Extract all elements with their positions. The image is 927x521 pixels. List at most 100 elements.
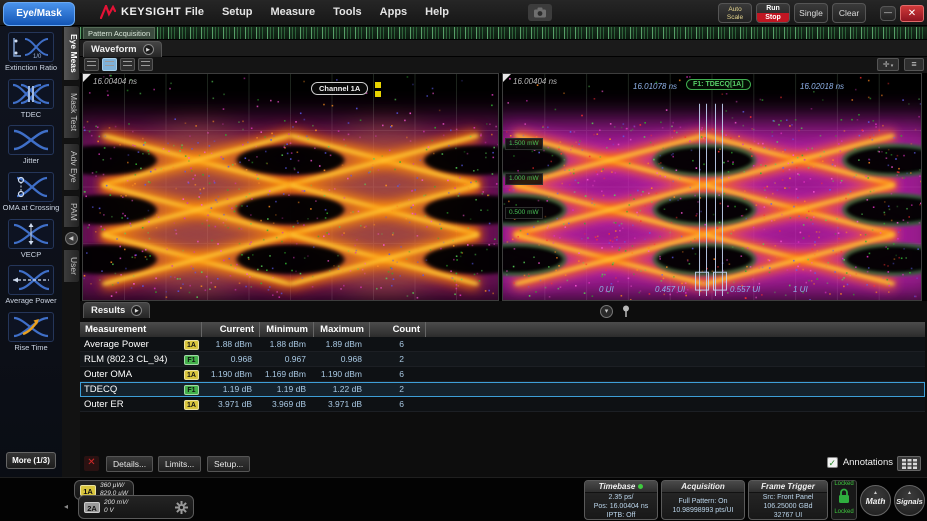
display-menu-button[interactable]: ≡ [904, 58, 924, 71]
channel-1a-badge-small: 1A [80, 485, 96, 496]
clear-button[interactable]: Clear [832, 3, 866, 23]
extinction-ratio-icon: 1/0 [11, 35, 51, 59]
pattern-acquisition-label: Pattern Acquisition [83, 27, 155, 40]
timestamp-label: 16.00404 ns [93, 77, 137, 86]
jitter-icon [11, 128, 51, 152]
pan-zoom-button[interactable]: ✛ ▾ [877, 58, 899, 71]
marker-corner-wedge [83, 74, 91, 82]
annotations-toggle[interactable]: ✓ Annotations [827, 457, 893, 468]
sidebar-item-rise-time[interactable]: Rise Time [0, 312, 62, 353]
source-badge: F1 [184, 385, 199, 395]
main-area: Pattern Acquisition Waveform ▶ ✛ ▾ ≡ 16.… [80, 26, 927, 477]
sidebar-item-tdec[interactable]: TDEC [0, 79, 62, 120]
channel-1a-badge[interactable]: Channel 1A [311, 82, 368, 95]
collapse-channels-icon[interactable]: ◂ [64, 502, 68, 511]
svg-text:1/0: 1/0 [33, 54, 42, 59]
auto-scale-button[interactable]: Auto Scale [718, 3, 752, 23]
layout-stacked-button[interactable] [120, 58, 135, 71]
grid-icon [902, 459, 917, 469]
setup-button[interactable]: Setup... [207, 456, 250, 472]
close-button[interactable]: ✕ [900, 5, 924, 22]
keysight-spark-icon [100, 5, 116, 19]
tab-mask-test[interactable]: Mask Test [64, 85, 80, 139]
results-tab-menu-icon[interactable]: ▶ [131, 305, 142, 316]
table-row-rlm[interactable]: RLM (802.3 CL_94)F1 0.968 0.967 0.968 2 [80, 352, 925, 367]
waveform-tab[interactable]: Waveform ▶ [83, 41, 162, 57]
eye-mask-mode-button[interactable]: Eye/Mask [3, 2, 75, 26]
channel-2a-chip[interactable]: 2A 200 mV/0 V [78, 495, 194, 519]
camera-icon [533, 7, 547, 18]
table-layout-button[interactable] [897, 456, 921, 471]
math-button[interactable]: ▲ Math [860, 485, 891, 516]
rise-time-icon [11, 315, 51, 339]
details-button[interactable]: Details... [106, 456, 153, 472]
delete-measurement-icon[interactable]: ✕ [84, 456, 99, 471]
measurement-sidebar: 1/0 Extinction Ratio TDEC Jitter [0, 26, 62, 477]
limits-button[interactable]: Limits... [158, 456, 201, 472]
ui-label-0557: 0.557 UI [730, 285, 760, 294]
table-row-outer-er[interactable]: Outer ER1A 3.971 dB 3.969 dB 3.971 dB 6 [80, 397, 925, 412]
ui-label-0457: 0.457 UI [655, 285, 685, 294]
source-badge: 1A [184, 340, 199, 350]
source-badge: 1A [184, 400, 199, 410]
tab-user[interactable]: User [64, 249, 80, 283]
tab-eye-meas[interactable]: Eye Meas [64, 26, 80, 81]
ui-label-0: 0 UI [599, 285, 614, 294]
sidebar-item-extinction-ratio[interactable]: 1/0 Extinction Ratio [0, 32, 62, 73]
frame-trigger-panel[interactable]: Frame Trigger Src: Front Panel 106.25000… [748, 480, 828, 520]
time-marker-2: 16.02018 ns [800, 82, 844, 91]
waveform-tab-row: Waveform ▶ [80, 40, 927, 57]
threshold-label-lower: 0.500 mW [505, 207, 543, 219]
tab-adv-eye[interactable]: Adv Eye [64, 143, 80, 191]
gear-icon[interactable] [175, 501, 188, 514]
annotations-checkbox[interactable]: ✓ [827, 457, 838, 468]
table-row-outer-oma[interactable]: Outer OMA1A 1.190 dBm 1.169 dBm 1.190 dB… [80, 367, 925, 382]
tdecq-function-badge[interactable]: F1: TDECQ[1A] [686, 79, 751, 90]
signals-button[interactable]: ▲ Signals [894, 485, 925, 516]
single-button[interactable]: Single [794, 3, 828, 23]
window-controls: Auto Scale Run Stop Single Clear — ✕ [718, 3, 924, 23]
pattern-acquisition-strip[interactable]: Pattern Acquisition [80, 26, 927, 40]
timebase-panel[interactable]: Timebase 2.35 ps/ Pos: 16.00404 ns IPTB:… [584, 480, 658, 520]
vecp-icon [11, 222, 51, 246]
menu-apps[interactable]: Apps [380, 6, 408, 18]
pattern-overview-waveform [80, 27, 927, 39]
menu-help[interactable]: Help [425, 6, 449, 18]
sidebar-item-jitter[interactable]: Jitter [0, 125, 62, 166]
flexdca-window: Eye/Mask KEYSIGHT File Setup Measure Too… [0, 0, 927, 521]
eye-diagram-left-plot [83, 74, 498, 300]
results-panel: Results ▶ ▾ Measurement Current Minimum … [80, 301, 927, 477]
collapse-sidebar-button[interactable]: ◀ [65, 232, 78, 245]
channel-2a-badge-small: 2A [84, 502, 100, 513]
channel-indicator-square [375, 82, 381, 88]
table-row-tdecq[interactable]: TDECQF1 1.19 dB 1.19 dB 1.22 dB 2 [80, 382, 925, 397]
waveform-tab-menu-icon[interactable]: ▶ [143, 44, 154, 55]
run-stop-button[interactable]: Run Stop [756, 3, 790, 23]
tab-pam[interactable]: PAM [64, 195, 80, 229]
collapse-results-icon[interactable]: ▾ [600, 305, 613, 318]
screenshot-camera-button[interactable] [528, 4, 552, 21]
tdec-icon [11, 82, 51, 106]
eye-diagram-channel-1a[interactable]: 16.00404 ns Channel 1A [82, 73, 499, 301]
menu-measure[interactable]: Measure [271, 6, 316, 18]
lock-icon [837, 488, 851, 504]
menu-tools[interactable]: Tools [333, 6, 362, 18]
pin-icon[interactable] [621, 305, 631, 318]
eye-diagram-tdecq-function[interactable]: 16.00404 ns 16.01078 ns F1: TDECQ[1A] 16… [502, 73, 922, 301]
table-row-average-power[interactable]: Average Power1A 1.88 dBm 1.88 dBm 1.89 d… [80, 337, 925, 352]
results-tab[interactable]: Results ▶ [83, 302, 150, 318]
sidebar-item-average-power[interactable]: Average Power [0, 265, 62, 306]
menu-file[interactable]: File [185, 6, 204, 18]
acquisition-panel[interactable]: Acquisition Full Pattern: On 10.98998993… [661, 480, 745, 520]
layout-split-button[interactable] [102, 58, 117, 71]
layout-grid-button[interactable] [138, 58, 153, 71]
more-measurements-button[interactable]: More (1/3) [6, 452, 56, 469]
menu-setup[interactable]: Setup [222, 6, 253, 18]
average-power-icon [11, 268, 51, 292]
minimize-button[interactable]: — [880, 6, 896, 21]
sidebar-item-oma-at-crossing[interactable]: OMA at Crossing [0, 172, 62, 213]
layout-single-button[interactable] [84, 58, 99, 71]
pattern-lock-indicator: Locked Locked [831, 480, 857, 520]
sidebar-item-vecp[interactable]: VECP [0, 219, 62, 260]
display-toolbar: ✛ ▾ ≡ [80, 57, 927, 73]
